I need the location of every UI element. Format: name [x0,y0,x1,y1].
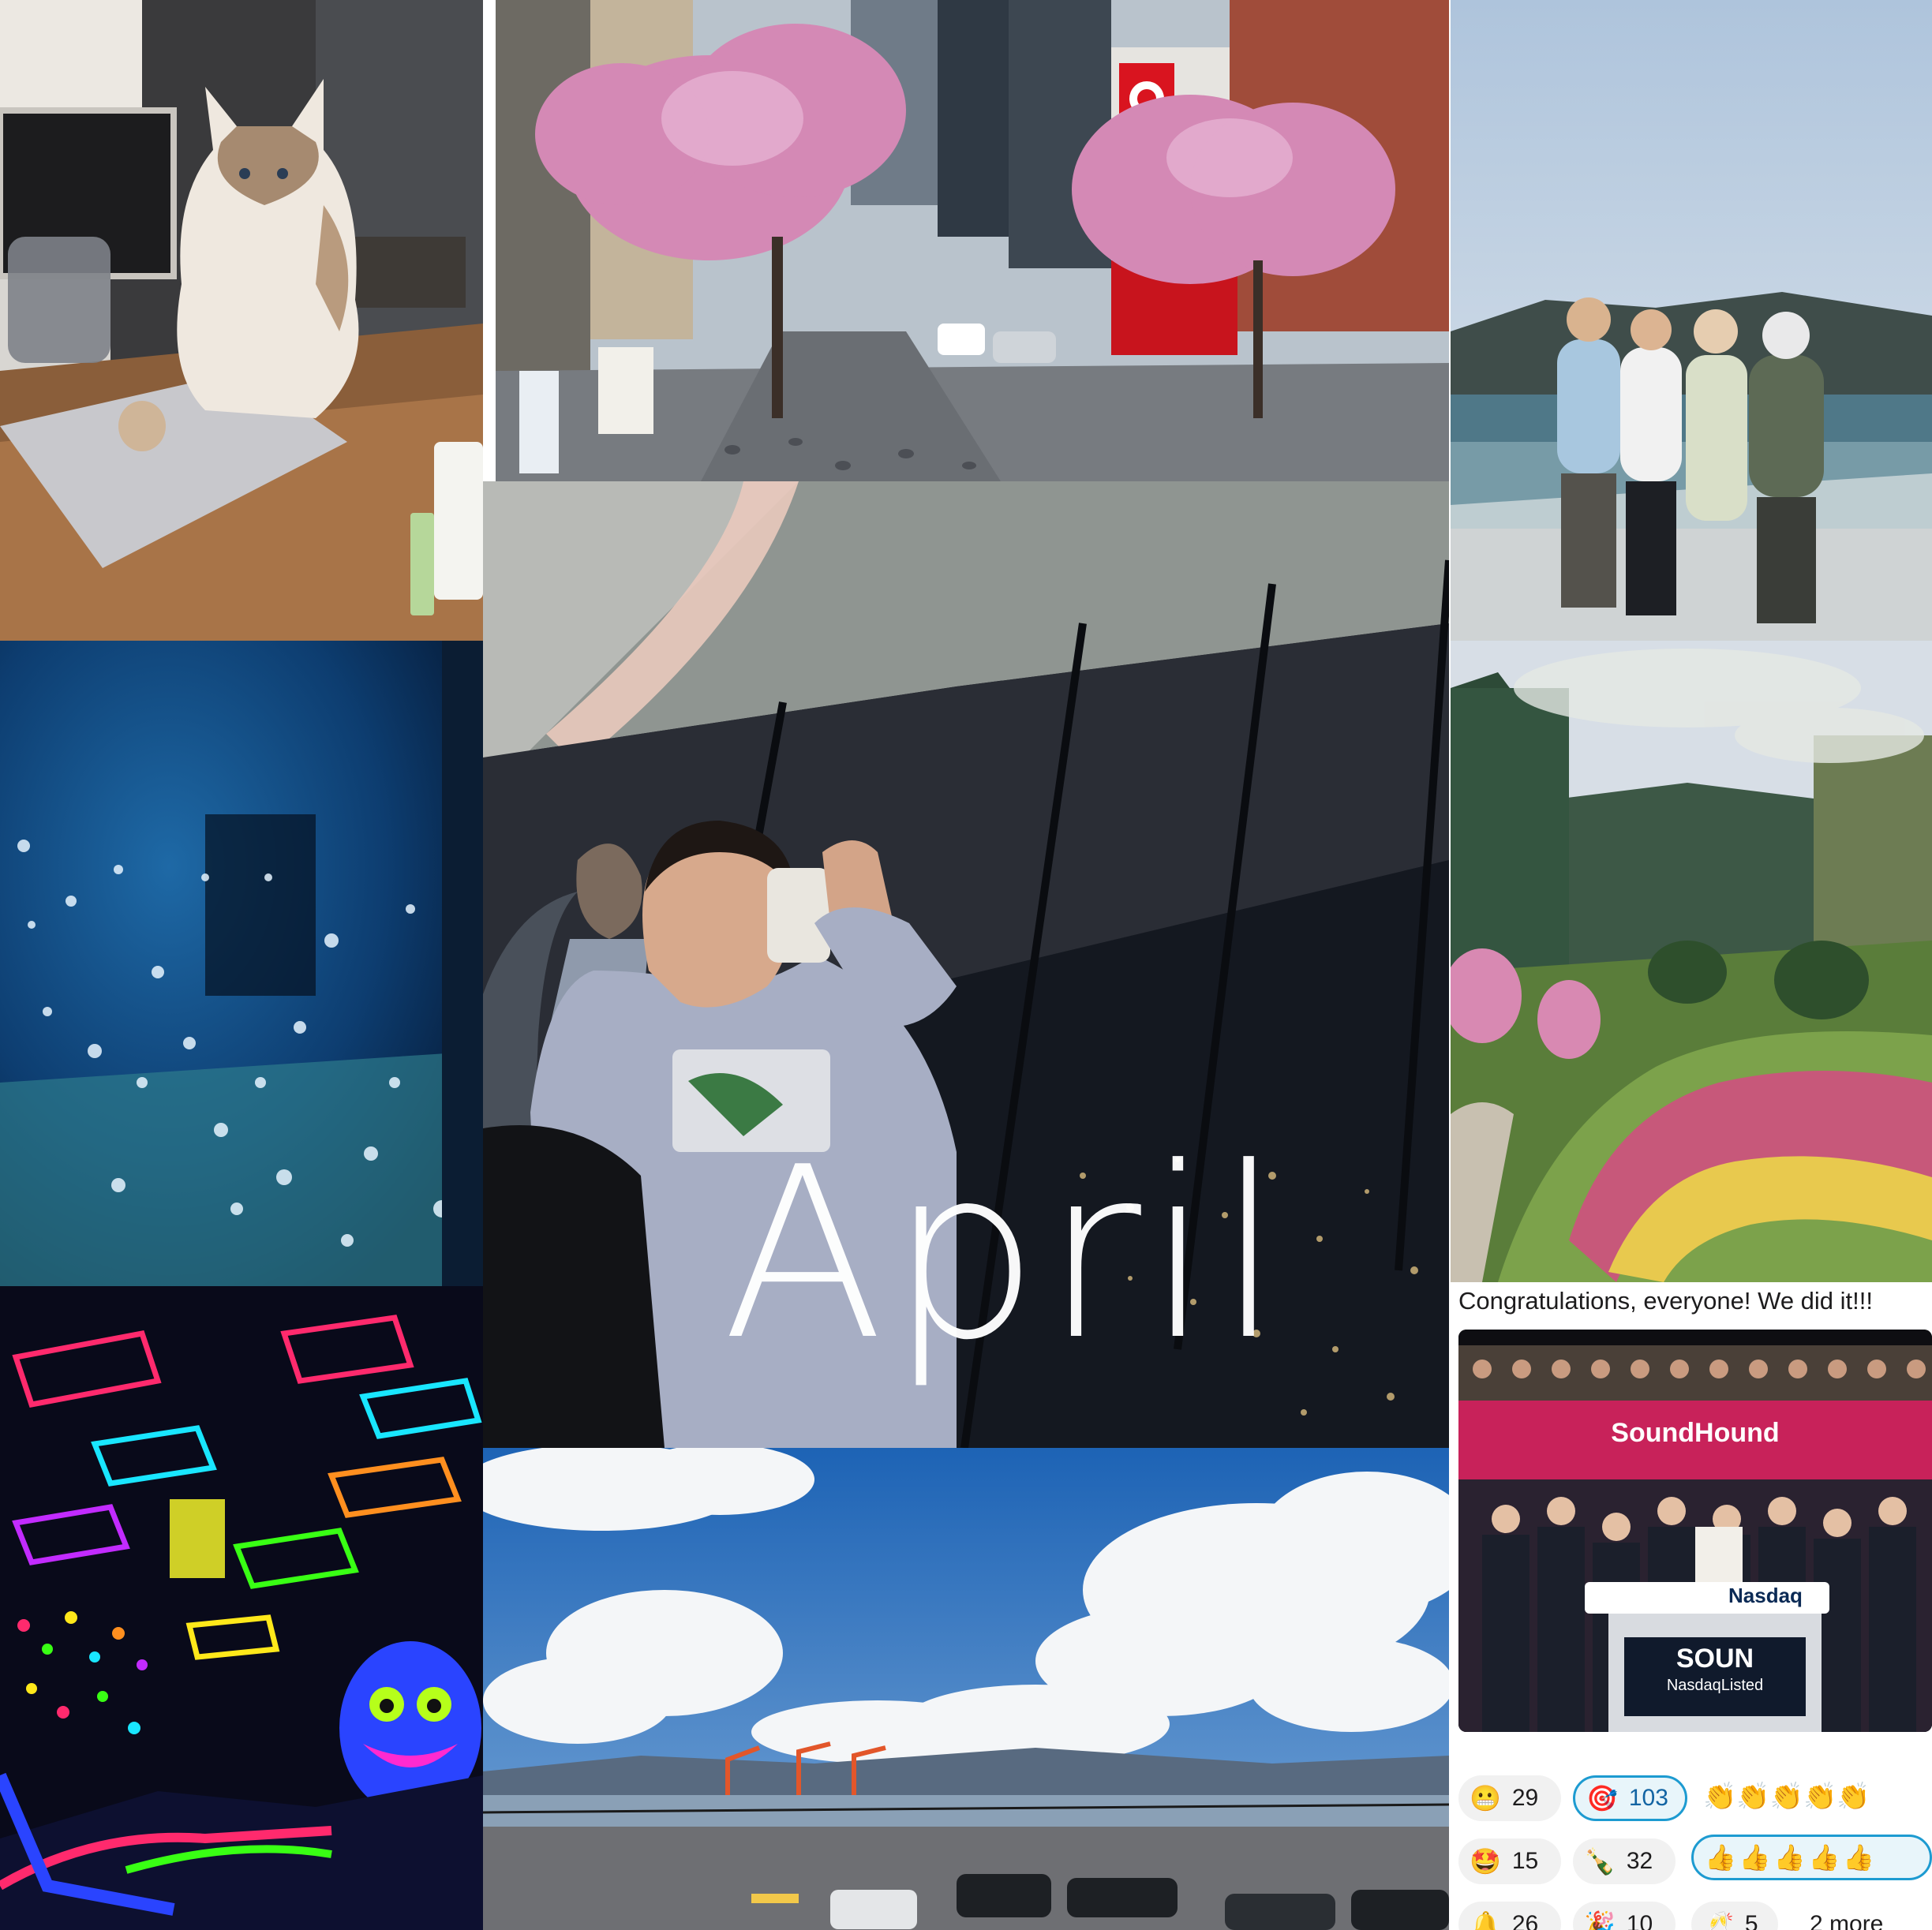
clap-icon: 👏👏👏👏👏 [1703,1782,1870,1812]
reaction-count: 103 [1628,1785,1668,1811]
cherry-blossom-street-photo [496,0,1449,481]
reaction-count: 10 [1626,1911,1653,1930]
reaction-grimace[interactable]: 😬 29 [1458,1775,1561,1821]
reaction-star-struck[interactable]: 🤩 15 [1458,1838,1561,1884]
reaction-bell[interactable]: 🔔 26 [1458,1902,1561,1930]
harbour-sky-photo [483,1448,1449,1930]
reaction-count: 32 [1626,1848,1653,1874]
star-struck-icon: 🤩 [1470,1847,1501,1876]
bell-icon: 🔔 [1470,1910,1501,1930]
party-popper-icon: 🎉 [1584,1910,1616,1930]
group-overlook-photo [1451,0,1932,641]
reaction-count: 5 [1744,1911,1758,1930]
nasdaq-ticker-text: SOUN [1676,1644,1754,1674]
nasdaq-brand-text: SoundHound [1611,1418,1780,1448]
reaction-clinking-glasses[interactable]: 🥂 5 [1691,1902,1778,1930]
reaction-party[interactable]: 🎉 10 [1573,1902,1676,1930]
nasdaq-exchange-text: Nasdaq [1728,1584,1803,1607]
jellyfish-aquarium-photo [0,641,483,1286]
more-reactions-link[interactable]: 2 more [1810,1911,1883,1930]
nasdaq-listing-photo: SoundHound Nasdaq SOUN NasdaqListed [1458,1330,1932,1732]
cat-photo [0,0,483,641]
thumbs-up-reactions[interactable]: 👍👍👍👍👍 [1691,1835,1932,1880]
soundhound-logo-icon: 🎯 [1586,1784,1618,1812]
reaction-count: 29 [1511,1785,1539,1811]
thumbs-up-icon: 👍👍👍👍👍 [1705,1843,1878,1872]
month-title-text: April [722,1116,1287,1392]
reaction-count: 15 [1511,1848,1539,1874]
champagne-icon: 🍾 [1584,1847,1616,1876]
reaction-champagne[interactable]: 🍾 32 [1573,1838,1676,1884]
space-needle-selfie-photo: April [483,481,1449,1448]
clinking-glasses-icon: 🥂 [1702,1910,1734,1930]
grimace-icon: 😬 [1470,1784,1501,1812]
blacklight-minigolf-photo [0,1286,483,1930]
nasdaq-listed-text: NasdaqListed [1666,1677,1764,1694]
month-title: April [722,1136,1287,1373]
clap-reactions[interactable]: 👏👏👏👏👏 [1703,1781,1870,1812]
reaction-soundhound[interactable]: 🎯 103 [1573,1775,1687,1821]
slack-message-text: Congratulations, everyone! We did it!!! [1458,1287,1873,1315]
slack-post: Congratulations, everyone! We did it!!! [1451,1282,1932,1930]
butchart-garden-photo [1451,641,1932,1282]
reaction-count: 26 [1511,1911,1539,1930]
